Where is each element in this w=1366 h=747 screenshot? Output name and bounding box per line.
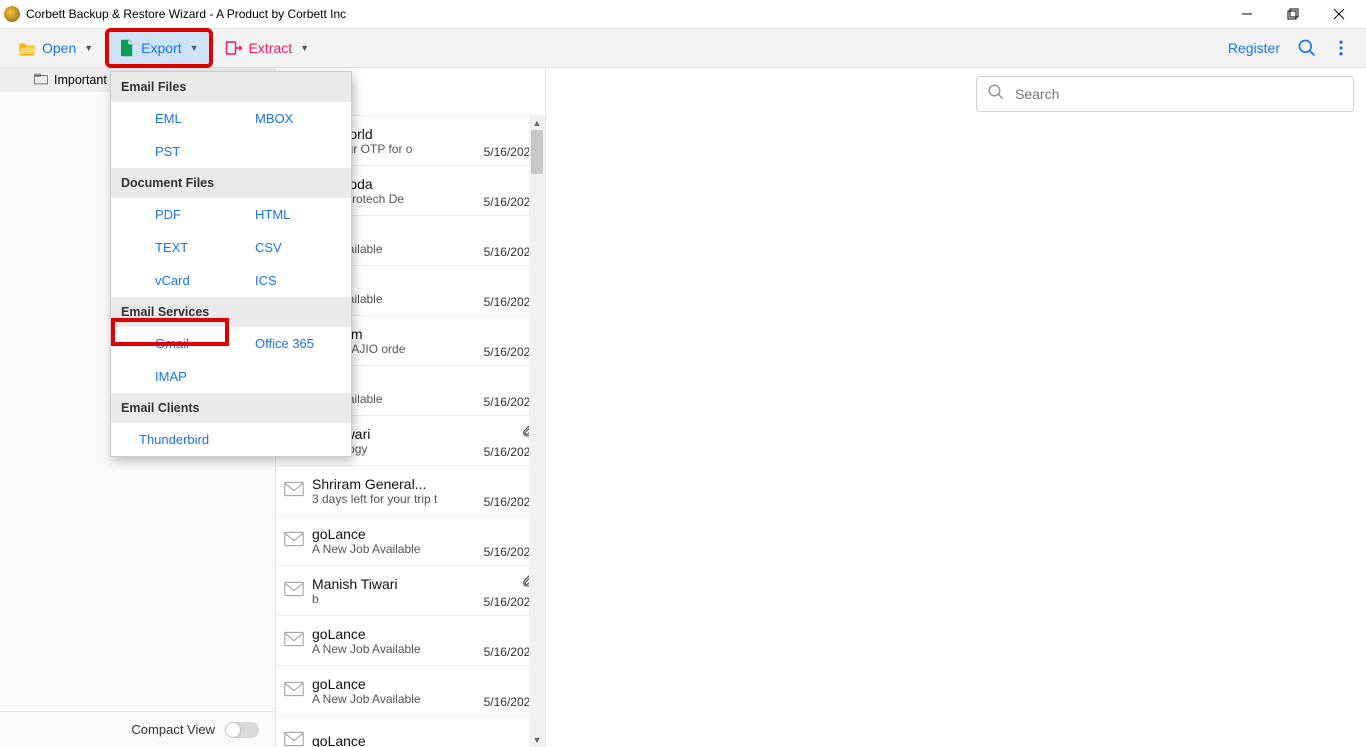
tree-item-label: Important (54, 73, 107, 87)
search-toolbar-icon[interactable] (1290, 31, 1324, 65)
compact-view-row: Compact View (0, 711, 275, 747)
envelope-icon (284, 681, 304, 701)
email-text: goLanceA New Job Available (312, 676, 475, 706)
window-title: Corbett Backup & Restore Wizard - A Prod… (26, 7, 346, 21)
email-subject: A New Job Available (312, 692, 475, 706)
compact-view-label: Compact View (131, 722, 215, 737)
envelope-icon (284, 481, 304, 501)
email-from: goLance (312, 733, 475, 747)
email-from: Manish Tiwari (312, 576, 475, 592)
email-row[interactable]: goLanceA New Job Available5/16/2021 (276, 516, 545, 566)
minimize-button[interactable] (1224, 0, 1270, 28)
dd-section-document-files: Document Files (111, 168, 351, 198)
scroll-down-icon[interactable]: ▼ (529, 733, 545, 747)
export-option-html[interactable]: HTML (251, 198, 351, 231)
email-date: 5/16/2021 (475, 345, 537, 359)
email-date: 5/16/2021 (475, 595, 537, 609)
register-link[interactable]: Register (1218, 40, 1290, 56)
search-icon (987, 83, 1005, 106)
app-icon (4, 6, 20, 22)
caret-down-icon: ▼ (190, 43, 199, 53)
kebab-menu-icon[interactable] (1324, 31, 1358, 65)
window-controls (1224, 0, 1362, 28)
email-subject: A New Job Available (312, 542, 475, 556)
export-option-imap[interactable]: IMAP (111, 360, 251, 393)
titlebar: Corbett Backup & Restore Wizard - A Prod… (0, 0, 1366, 28)
email-date: 5/16/2021 (475, 145, 537, 159)
export-option-text[interactable]: TEXT (111, 231, 251, 264)
export-option-office365[interactable]: Office 365 (251, 327, 351, 360)
email-date: 5/16/2021 (475, 645, 537, 659)
search-input[interactable] (1015, 86, 1343, 102)
extract-icon (225, 40, 243, 56)
folder-open-icon (18, 40, 36, 56)
folder-tree-pane: Important Email Files EML MBOX PST Docum… (0, 68, 276, 747)
envelope-icon (284, 731, 304, 747)
close-button[interactable] (1316, 0, 1362, 28)
export-label: Export (141, 40, 181, 56)
email-date: 5/16/2021 (475, 545, 537, 559)
envelope-icon (284, 531, 304, 551)
export-dropdown: Email Files EML MBOX PST Document Files … (110, 71, 352, 457)
compact-view-toggle[interactable] (225, 722, 259, 738)
search-field[interactable] (976, 76, 1354, 112)
export-option-eml[interactable]: EML (111, 102, 251, 135)
open-label: Open (42, 40, 76, 56)
export-option-csv[interactable]: CSV (251, 231, 351, 264)
extract-button[interactable]: Extract ▼ (215, 32, 320, 64)
email-from: goLance (312, 526, 475, 542)
email-subject: A New Job Available (312, 642, 475, 656)
email-date: 5/16/2021 (475, 295, 537, 309)
email-date: 5/16/2021 (475, 245, 537, 259)
folder-icon (34, 73, 48, 88)
envelope-icon (284, 631, 304, 651)
email-text: Manish Tiwarib (312, 576, 475, 606)
email-date: 5/16/2021 (475, 395, 537, 409)
export-option-mbox[interactable]: MBOX (251, 102, 351, 135)
export-option-pdf[interactable]: PDF (111, 198, 251, 231)
export-option-vcard[interactable]: vCard (111, 264, 251, 297)
export-option-pst[interactable]: PST (111, 135, 251, 168)
open-button[interactable]: Open ▼ (8, 32, 103, 64)
scroll-up-icon[interactable]: ▲ (529, 116, 545, 130)
email-from: goLance (312, 676, 475, 692)
email-text: Shriram General...3 days left for your t… (312, 476, 475, 506)
caret-down-icon: ▼ (84, 43, 93, 53)
email-from: goLance (312, 626, 475, 642)
preview-pane (546, 68, 1366, 747)
email-date: 5/16/2021 (475, 695, 537, 709)
dd-section-email-files: Email Files (111, 72, 351, 102)
scrollbar[interactable]: ▲ ▼ (529, 116, 545, 747)
email-row[interactable]: goLanceA New Job Available5/16/2021 (276, 616, 545, 666)
file-export-icon (119, 39, 135, 57)
caret-down-icon: ▼ (300, 43, 309, 53)
export-option-gmail[interactable]: Gmail (111, 327, 251, 360)
export-button[interactable]: Export ▼ (109, 32, 208, 64)
email-text: goLanceA New Job Available (312, 626, 475, 656)
email-row[interactable]: goLanceA New Job Available5/16/2021 (276, 666, 545, 716)
email-date: 5/16/2021 (475, 445, 537, 459)
email-from: Shriram General... (312, 476, 475, 492)
email-date: 5/16/2021 (475, 495, 537, 509)
maximize-button[interactable] (1270, 0, 1316, 28)
email-row[interactable]: Shriram General...3 days left for your t… (276, 466, 545, 516)
email-text: goLanceA New Job Available (312, 526, 475, 556)
email-date: 5/16/2021 (475, 195, 537, 209)
email-subject: b (312, 592, 475, 606)
export-option-ics[interactable]: ICS (251, 264, 351, 297)
email-row[interactable]: goLance (276, 716, 545, 747)
dd-section-email-clients: Email Clients (111, 393, 351, 423)
email-row[interactable]: Manish Tiwarib5/16/2021 (276, 566, 545, 616)
scroll-thumb[interactable] (531, 130, 543, 174)
email-text: goLance (312, 733, 475, 747)
toolbar: Open ▼ Export ▼ Extract ▼ Register (0, 28, 1366, 68)
export-option-thunderbird[interactable]: Thunderbird (111, 423, 243, 456)
email-subject: 3 days left for your trip t (312, 492, 475, 506)
extract-label: Extract (249, 40, 293, 56)
dd-section-email-services: Email Services (111, 297, 351, 327)
envelope-icon (284, 581, 304, 601)
